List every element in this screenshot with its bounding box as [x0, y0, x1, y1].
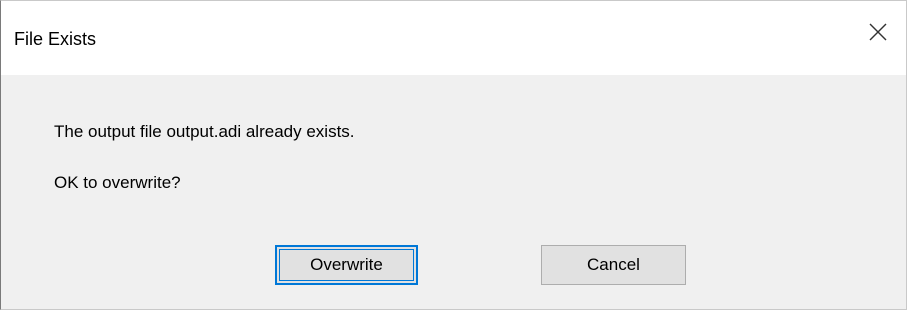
- dialog-body: The output file output.adi already exist…: [1, 75, 906, 309]
- dialog-title-bar: File Exists: [1, 1, 906, 75]
- overwrite-button[interactable]: Overwrite: [275, 245, 418, 285]
- cancel-button-label: Cancel: [587, 255, 640, 274]
- confirm-question: OK to overwrite?: [54, 173, 181, 192]
- close-icon: [869, 23, 887, 41]
- close-button[interactable]: [850, 1, 906, 63]
- message-text: The output file output.adi already exist…: [54, 122, 355, 141]
- cancel-button[interactable]: Cancel: [541, 245, 686, 285]
- overwrite-button-label: Overwrite: [310, 255, 383, 274]
- dialog-title: File Exists: [14, 29, 97, 49]
- file-exists-dialog: File Exists The output file output.adi a…: [0, 0, 907, 310]
